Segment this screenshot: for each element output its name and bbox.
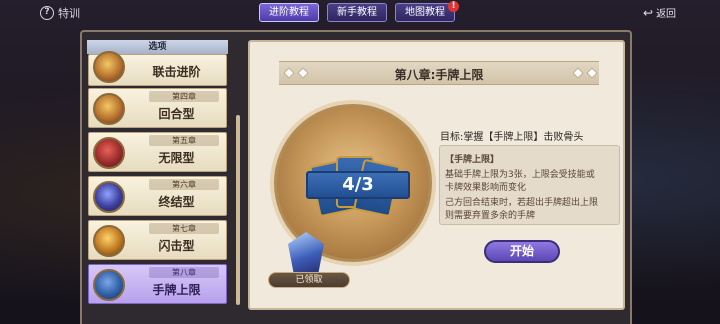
tab-label: 新手教程 [337,7,377,18]
chapter-item-7[interactable]: 第七章 闪击型 [88,220,227,260]
chapter-item-5[interactable]: 第五章 无限型 [88,132,227,172]
back-arrow-icon: ↩ [643,5,654,20]
chapter-label: 无限型 [158,151,195,165]
tutorial-tabs: 进阶教程 新手教程 地图教程 ! [259,1,459,22]
hand-limit-ribbon: 4/3 [306,171,410,199]
chapter-item-combo-advanced[interactable]: 联击进阶 [88,51,227,86]
chapter-list[interactable]: 选项 联击进阶 第四章 回合型 第五章 无限型 第六章 终结型 第七章 闪击型 … [87,40,228,310]
chapter-number: 第六章 [149,179,219,190]
chapter-number: 第八章 [149,267,219,278]
chapter-thumbnail [93,269,125,301]
back-button[interactable]: ↩ 返回 [643,5,677,21]
chapter-item-4[interactable]: 第四章 回合型 [88,88,227,128]
info-line: 基础手牌上限为3张，上限会受技能或 [445,170,595,180]
tab-beginner-tutorial[interactable]: 新手教程 [327,3,387,22]
chapter-thumbnail [93,137,125,169]
info-title: 【手牌上限】 [445,155,500,165]
tab-advanced-tutorial[interactable]: 进阶教程 [259,3,319,22]
chapter-item-8[interactable]: 第八章 手牌上限 [88,264,227,304]
chapter-number: 第五章 [149,135,219,146]
info-line: 则需要弃置多余的手牌 [445,211,536,221]
chapter-thumbnail [93,181,125,213]
training-label: 特训 [58,7,80,20]
training-button[interactable]: ? 特训 [40,5,80,21]
tab-label: 进阶教程 [269,7,309,18]
chapter-label: 闪击型 [158,239,195,253]
chapter-item-6[interactable]: 第六章 终结型 [88,176,227,216]
tab-map-tutorial[interactable]: 地图教程 ! [395,1,459,22]
list-scrollbar[interactable] [236,115,240,305]
objective-text: 目标:掌握【手牌上限】击败骨头 [440,132,584,143]
notification-badge: ! [448,1,459,12]
tab-label: 地图教程 [405,7,445,18]
help-icon: ? [40,6,54,20]
chapter-thumbnail [93,51,125,83]
chapter-label: 回合型 [158,107,195,121]
chapter-title: 第八章:手牌上限 [394,68,484,82]
chapter-label: 联击进阶 [152,65,201,79]
chapter-label: 终结型 [158,195,195,209]
chapter-number: 第四章 [149,91,219,102]
start-button[interactable]: 开始 [484,240,560,263]
info-line: 己方回合结束时，若超出手牌超出上限 [445,198,599,208]
chapter-thumbnail [93,93,125,125]
back-label: 返回 [656,9,677,20]
chapter-thumbnail [93,225,125,257]
claimed-badge: 已领取 [268,272,350,288]
chapter-number: 第七章 [149,223,219,234]
info-line: 卡牌效果影响而变化 [445,183,527,193]
chapter-label: 手牌上限 [152,283,201,297]
top-bar: ? 特训 进阶教程 新手教程 地图教程 ! ↩ 返回 [0,0,720,26]
